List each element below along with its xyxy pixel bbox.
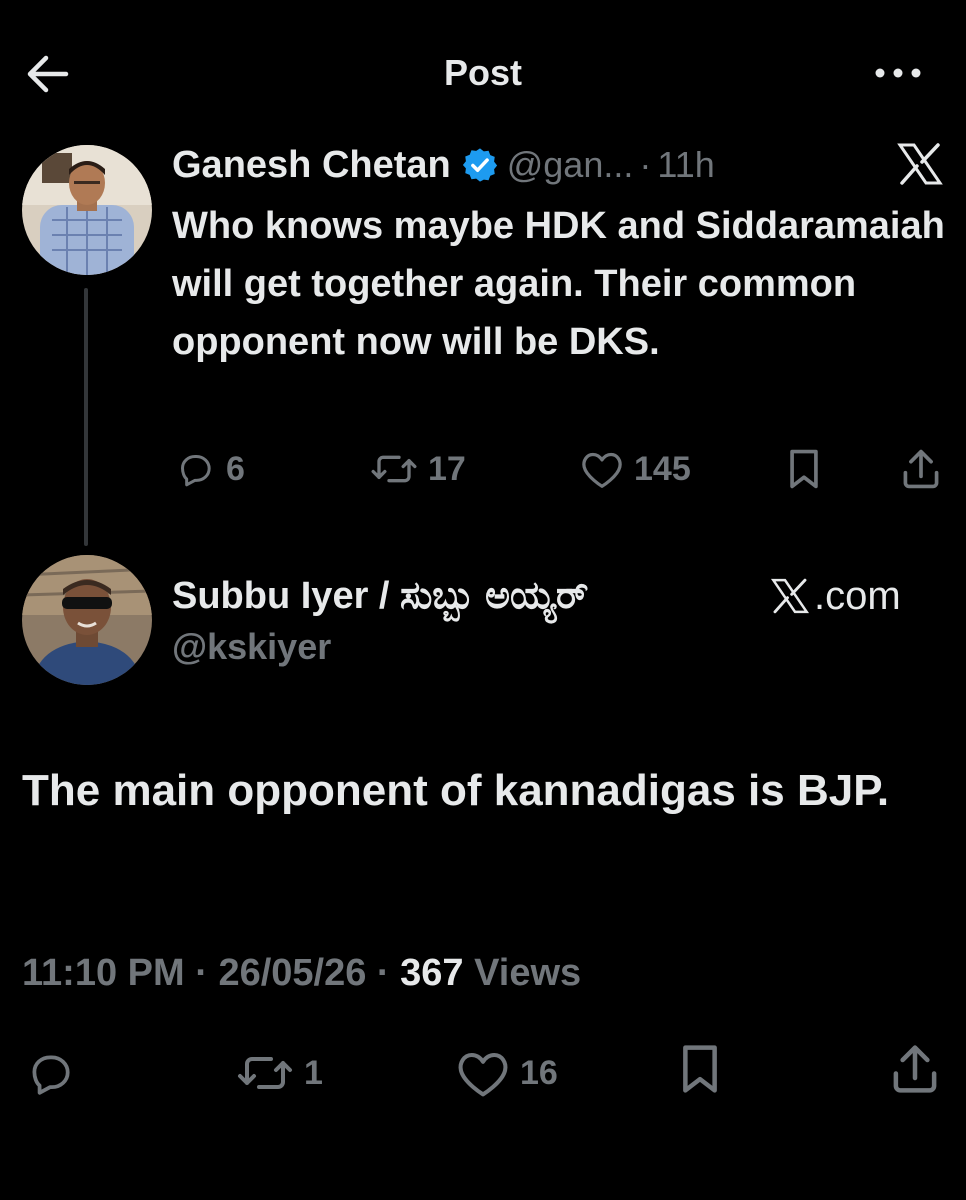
verified-badge-icon [462, 148, 497, 182]
repost-icon [238, 1057, 292, 1089]
share-button[interactable] [890, 1044, 940, 1094]
repost-button[interactable]: 1 [236, 1048, 323, 1098]
timestamp-row: 11:10 PM · 26/05/26 · 367 Views [22, 952, 581, 995]
reply-icon [32, 1055, 70, 1095]
bookmark-button[interactable] [676, 1044, 724, 1094]
quoted-time[interactable]: 11h [657, 144, 714, 186]
reply-tweet-text: The main opponent of kannadigas is BJP. [22, 766, 890, 815]
post-date[interactable]: 26/05/26 [218, 952, 366, 994]
quoted-tweet-text: Who knows maybe HDK and Siddaramaiah wil… [172, 205, 945, 363]
reply-author-row: Subbu Iyer / ಸುಬ್ಬು ಅಯ್ಯರ್ [172, 570, 588, 622]
post-time[interactable]: 11:10 PM [22, 952, 185, 994]
thread-line [84, 288, 88, 546]
page-title: Post [443, 52, 522, 93]
more-icon [875, 68, 921, 78]
more-button[interactable] [870, 58, 926, 88]
avatar-ganesh[interactable] [22, 145, 152, 275]
like-button[interactable]: 16 [456, 1048, 558, 1098]
bookmark-icon [683, 1045, 717, 1093]
avatar-subbu[interactable] [22, 555, 152, 685]
quoted-reply-count: 6 [226, 449, 245, 488]
meta-separator: · [639, 144, 652, 185]
meta-separator: · [376, 952, 390, 994]
reply-button[interactable] [24, 1048, 76, 1098]
reply-author-name[interactable]: Subbu Iyer / ಸುಬ್ಬು ಅಯ್ಯರ್ [172, 575, 588, 618]
quoted-share-button[interactable] [900, 444, 942, 494]
share-icon [903, 449, 939, 489]
meta-separator: · [195, 952, 208, 994]
x-logo-icon [896, 142, 944, 186]
source-label: .com [770, 570, 901, 622]
reply-author-handle[interactable]: @kskiyer [172, 626, 331, 668]
source-domain: .com [814, 573, 901, 618]
quoted-like-count: 145 [634, 449, 691, 488]
share-icon [893, 1045, 937, 1093]
quoted-author-row: Ganesh Chetan @gan... · 11h [172, 140, 715, 190]
quoted-repost-button[interactable]: 17 [370, 444, 466, 494]
like-count: 16 [520, 1053, 558, 1092]
like-icon [458, 1052, 508, 1097]
views-label: Views [474, 952, 582, 994]
quoted-author-handle[interactable]: @gan... [507, 144, 634, 186]
quoted-reply-button[interactable]: 6 [174, 444, 245, 494]
repost-count: 1 [304, 1053, 323, 1092]
quoted-like-button[interactable]: 145 [580, 444, 691, 494]
reply-icon [181, 455, 211, 487]
quoted-repost-count: 17 [428, 449, 466, 488]
like-icon [582, 452, 622, 488]
quoted-author-name[interactable]: Ganesh Chetan [172, 144, 451, 187]
views-count[interactable]: 367 [400, 952, 463, 994]
repost-icon [371, 455, 417, 483]
quoted-bookmark-button[interactable] [784, 444, 824, 494]
bookmark-icon [790, 449, 818, 489]
x-logo-icon [770, 578, 810, 614]
